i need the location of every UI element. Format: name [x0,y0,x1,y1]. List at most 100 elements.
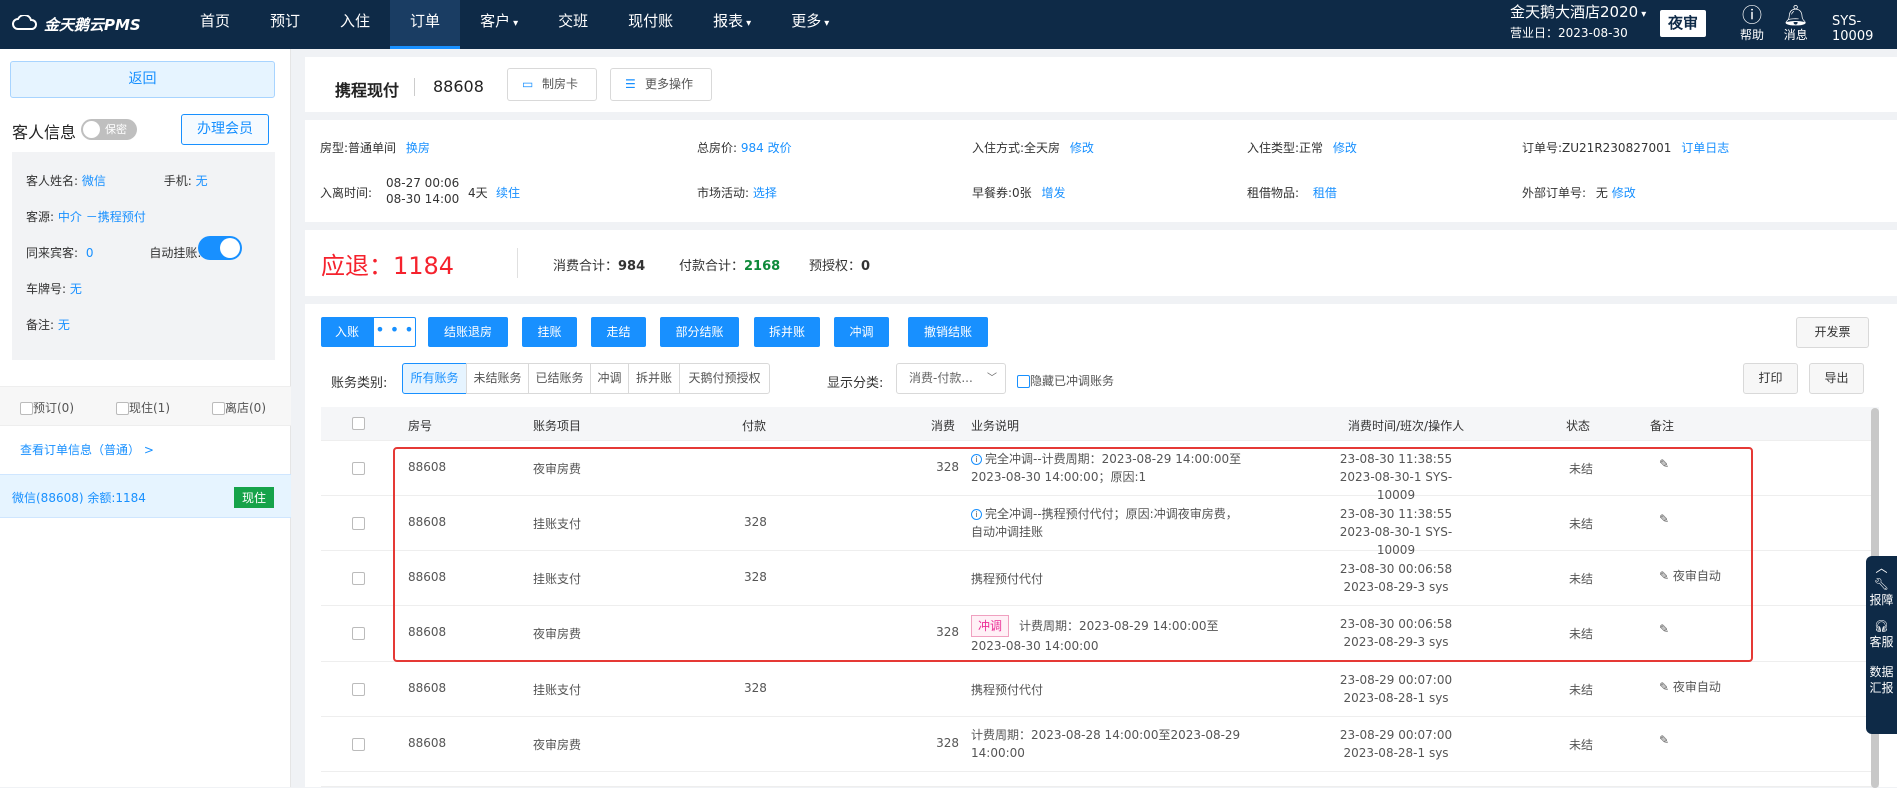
table-row[interactable]: 88608 挂账支付 328 携程预付代付 23-08-29 00:07:00 2023-… [321,662,1879,717]
order-log-link[interactable]: 订单日志 [1681,141,1729,155]
edit-note-button[interactable]: ✎ [1659,733,1669,747]
checkbox[interactable] [116,402,129,415]
guest-list-item[interactable]: 微信(88608) 余额:1184 现住 [0,474,291,518]
edit-note-button[interactable]: ✎ 夜审自动 [1659,567,1721,584]
row-checkbox[interactable] [352,461,365,475]
chevron-up-icon[interactable]: ︿ [1866,560,1897,576]
register-member-button[interactable]: 办理会员 [181,114,269,145]
tab-preauth[interactable]: 天鹅付预授权 [679,363,770,394]
dock-service[interactable]: 客服 [1866,634,1897,650]
issue-invoice-button[interactable]: 开发票 [1796,317,1869,348]
tab-all[interactable]: 所有账务 [402,363,467,394]
export-button[interactable]: 导出 [1809,363,1864,394]
undo-checkout-button[interactable]: 撤销结账 [908,317,988,347]
dock-report[interactable]: 报障 [1866,592,1897,608]
select-activity-link[interactable]: 选择 [753,186,777,200]
help-icon: ⓘ [1742,3,1762,27]
companions-value[interactable]: 0 [86,246,94,260]
checkbox[interactable] [20,402,33,415]
select-value: 消费-付款... [909,371,973,385]
back-button[interactable]: 返回 [10,61,275,98]
rental-link[interactable]: 租借 [1313,186,1337,200]
print-button[interactable]: 打印 [1743,363,1798,394]
post-entry-button[interactable]: 入账 [321,317,373,347]
hotel-selector[interactable]: 金天鹅大酒店2020 ▾ 营业日：2023-08-30 [1510,3,1646,43]
checkin-mode-value: 全天房 [1024,141,1061,155]
row-checkbox[interactable] [352,627,365,640]
remark-value[interactable]: 无 [58,318,70,332]
ext-order-field: 外部订单号: 无 修改 [1522,184,1636,201]
change-room-link[interactable]: 换房 [406,141,430,155]
post-entry-more-button[interactable]: • • • [373,317,416,347]
filter-departed[interactable]: 离店(0) [212,399,266,416]
total-price-field: 总房价: 984 改价 [697,139,792,156]
tab-unsettled[interactable]: 未结账务 [466,363,529,394]
plate-value[interactable]: 无 [70,282,82,296]
hang-account-button[interactable]: 挂账 [522,317,577,347]
modify-link[interactable]: 修改 [1333,141,1357,155]
tab-settled[interactable]: 已结账务 [528,363,591,394]
extend-stay-link[interactable]: 续住 [496,184,520,201]
source-value[interactable]: 中介 －携程预付 [58,210,146,224]
table-row[interactable]: 88608 夜审房费 328 冲调 计费周期：2023-08-29 14:00:00至 2… [321,606,1879,662]
dock-data[interactable]: 数据汇报 [1866,664,1897,696]
messages-button[interactable]: 🔔︎ 消息 [1783,2,1808,42]
tab-adjust[interactable]: 冲调 [590,363,629,394]
partial-checkout-button[interactable]: 部分结账 [660,317,739,347]
edit-note-button[interactable]: ✎ [1659,457,1669,471]
help-button[interactable]: ⓘ 帮助 [1740,2,1764,42]
totals-bar: 应退：1184 消费合计：984 付款合计：2168 预授权：0 [305,230,1897,296]
split-merge-button[interactable]: 拆并账 [754,317,820,347]
nav-orders[interactable]: 订单 [390,0,461,49]
auto-hang-toggle[interactable] [198,236,242,260]
nav-booking[interactable]: 预订 [250,0,320,49]
modify-link[interactable]: 修改 [1070,141,1094,155]
row-checkbox[interactable] [352,737,365,751]
row-checkbox[interactable] [352,682,365,696]
add-breakfast-link[interactable]: 增发 [1042,186,1066,200]
nav-home[interactable]: 首页 [180,0,250,49]
app-logo[interactable]: 金天鹅云PMS [12,13,141,35]
desc-cell: i 完全冲调--携程预付代付；原因:冲调夜审房费， 自动冲调挂账 [971,505,1271,541]
col-item: 账务项目 [533,419,582,433]
phone-value[interactable]: 无 [196,174,208,188]
nav-more[interactable]: 更多 ▾ [771,0,849,49]
display-select[interactable]: 消费-付款... ﹀ [896,363,1006,394]
filter-reserved[interactable]: 预订(0) [20,399,74,416]
table-row[interactable]: 88608 挂账支付 328 i 完全冲调--携程预付代付；原因:冲调夜审房费， 自动冲调… [321,496,1879,557]
current-user[interactable]: SYS-10009 [1832,14,1897,44]
row-checkbox[interactable] [352,571,365,585]
night-audit-button[interactable]: 夜审 [1660,10,1706,37]
nav-customers[interactable]: 客户 ▾ [460,0,538,49]
more-actions-button[interactable]: ☰ 更多操作 [610,68,713,101]
edit-note-button[interactable]: ✎ [1659,622,1669,636]
edit-note-button[interactable]: ✎ 夜审自动 [1659,678,1721,695]
tab-split-merge[interactable]: 拆并账 [628,363,680,394]
table-row[interactable]: 88608 挂账支付 328 携程预付代付 23-08-30 00:06:58 2023-… [321,551,1879,606]
nav-cash-account[interactable]: 现付账 [608,0,693,49]
nav-shift[interactable]: 交班 [538,0,608,49]
privacy-toggle[interactable]: 保密 [81,119,137,140]
checkbox[interactable] [212,402,225,415]
view-order-info-link[interactable]: 查看订单信息（普通） > [20,441,154,458]
adjust-button[interactable]: 冲调 [834,317,889,347]
checkbox[interactable] [1017,375,1030,388]
nav-reports[interactable]: 报表 ▾ [693,0,771,49]
hide-adjusted-checkbox[interactable]: 隐藏已冲调账务 [1017,372,1114,389]
status-badge: 现住 [234,487,275,508]
edit-note-button[interactable]: ✎ [1659,512,1669,526]
table-row[interactable]: 88608 夜审房费 328 i 完全冲调--计费周期：2023-08-29 14:00… [321,441,1879,502]
modify-link[interactable]: 修改 [1612,186,1636,200]
checkout-button[interactable]: 结账退房 [428,317,508,347]
select-all-checkbox[interactable] [352,417,365,430]
table-row[interactable]: 88608 夜审房费 328 计费周期：2023-08-28 14:00:00至202… [321,717,1879,772]
row-checkbox[interactable] [352,516,365,530]
table-row[interactable] [321,772,1879,787]
walk-settle-button[interactable]: 走结 [591,317,646,347]
make-room-card-button[interactable]: ▭ 制房卡 [507,68,598,101]
list-icon: ☰ [625,77,636,91]
total-price-link[interactable]: 984 改价 [741,141,792,155]
guest-name-value[interactable]: 微信 [82,174,106,188]
nav-checkin[interactable]: 入住 [320,0,390,49]
filter-in-house[interactable]: 现住(1) [116,399,170,416]
